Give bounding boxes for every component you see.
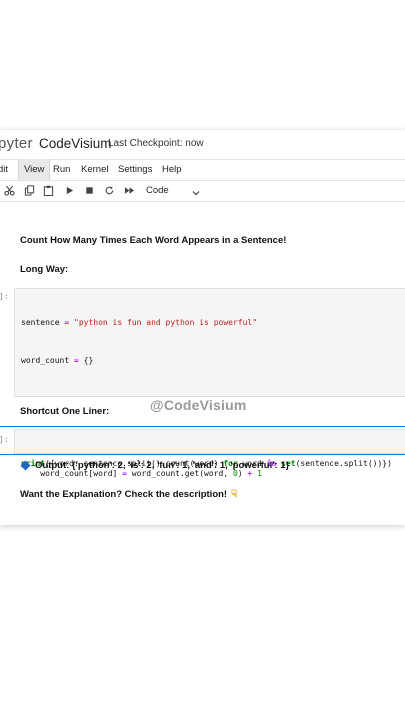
notebook-toolbar: Code [0,180,405,202]
menu-kernel[interactable]: Kernel [81,159,108,180]
fast-forward-icon[interactable] [122,183,136,197]
menu-run[interactable]: Run [53,159,70,180]
cut-icon[interactable] [2,183,16,197]
code-line: sentence = "python is fun and python is … [21,318,258,328]
code-line: word_count = {} [21,355,94,365]
menu-view[interactable]: View [18,159,51,180]
watermark: @CodeVisium [150,397,247,413]
code-cell-prompt: ]: [0,292,9,301]
output-line: Output: {'python': 2, 'is': 2, 'fun': 1,… [20,460,289,471]
notebook-title[interactable]: CodeVisium [39,136,112,151]
cell-heading: Count How Many Times Each Word Appears i… [20,235,287,246]
shortcut-label: Shortcut One Liner: [20,406,110,417]
code-cell-prompt: ]: [0,435,9,444]
chevron-down-icon[interactable] [191,185,201,196]
menu-settings[interactable]: Settings [118,159,152,180]
menu-edit[interactable]: dit [0,159,8,180]
code-cell-oneliner[interactable]: print({word: sentence.split().count(word… [14,429,405,468]
menu-help[interactable]: Help [162,159,182,180]
explanation-line: Want the Explanation? Check the descript… [20,489,237,500]
checkpoint-status: Last Checkpoint: now [108,138,204,149]
output-text: Output: {'python': 2, 'is': 2, 'fun': 1,… [35,460,290,471]
paste-icon[interactable] [41,183,55,197]
stop-icon[interactable] [82,183,96,197]
explanation-text: Want the Explanation? Check the descript… [20,489,228,500]
menu-bar: dit View Run Kernel Settings Help [0,159,405,181]
notebook-header: pyter CodeVisium Last Checkpoint: now [0,130,405,160]
cell-type-select[interactable]: Code [146,180,169,201]
pointing-hand-icon: ☟ [231,489,238,500]
copy-icon[interactable] [22,183,36,197]
long-way-label: Long Way: [20,264,69,275]
jupyter-logo: pyter [0,135,33,152]
jupyter-window: pyter CodeVisium Last Checkpoint: now di… [0,130,405,525]
code-cell-long[interactable]: sentence = "python is fun and python is … [14,288,405,478]
restart-icon[interactable] [102,183,116,197]
diamond-bullet-icon [20,460,31,471]
run-icon[interactable] [62,183,76,197]
